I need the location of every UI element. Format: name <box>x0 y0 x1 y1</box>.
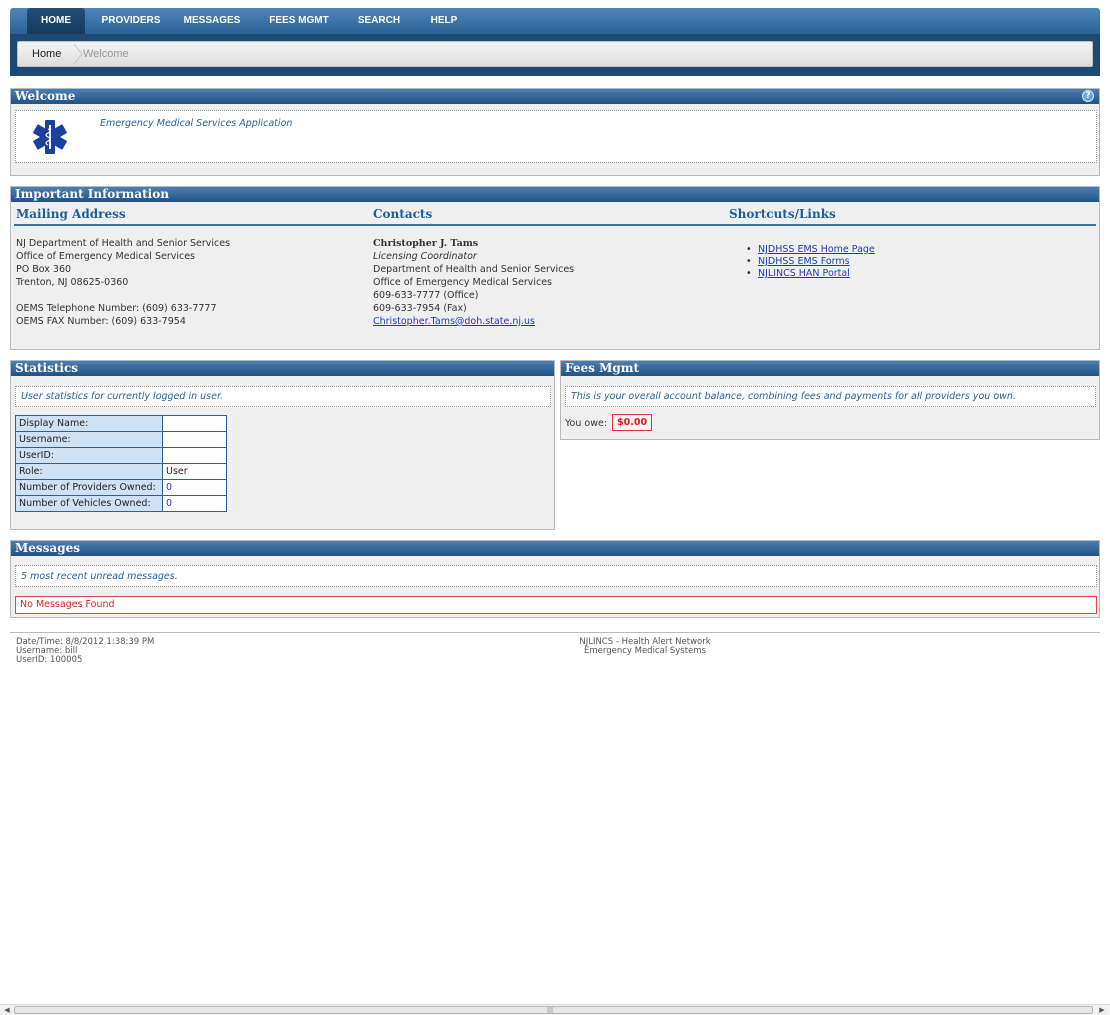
stat-value <box>162 415 227 432</box>
tab-messages[interactable]: MESSAGES <box>178 8 246 34</box>
contact-line: Department of Health and Senior Services <box>373 264 575 275</box>
address-line: PO Box 360 <box>16 264 72 275</box>
scroll-left-icon[interactable]: ◀ <box>2 1006 12 1015</box>
table-row: Number of Vehicles Owned: 0 <box>15 495 227 512</box>
footer-userid: UserID: 100005 <box>16 655 83 665</box>
grip-icon: ||| <box>547 1007 554 1014</box>
stat-label: Role: <box>15 463 163 480</box>
contact-role: Licensing Coordinator <box>373 251 477 262</box>
tab-home[interactable]: HOME <box>27 8 85 34</box>
oems-fax: OEMS FAX Number: (609) 633-7954 <box>16 316 186 327</box>
table-row: UserID: <box>15 447 227 464</box>
vehicles-owned-link[interactable]: 0 <box>162 495 227 512</box>
address-line: Office of Emergency Medical Services <box>16 251 196 262</box>
list-item: • NJDHSS EMS Forms <box>746 256 850 267</box>
tab-providers[interactable]: PROVIDERS <box>96 8 166 34</box>
shortcuts-heading: Shortcuts/Links <box>729 207 836 221</box>
scroll-right-icon[interactable]: ▶ <box>1097 1006 1107 1015</box>
you-owe-label: You owe: <box>565 418 608 429</box>
table-row: Number of Providers Owned: 0 <box>15 479 227 496</box>
divider <box>10 632 1100 633</box>
statistics-table: Display Name: Username: UserID: Role: Use… <box>15 415 227 512</box>
help-icon[interactable]: ? <box>1082 90 1094 102</box>
breadcrumb-home-link[interactable]: Home <box>32 42 61 66</box>
welcome-panel: Welcome ? Emergency Medical Services App… <box>10 88 1100 176</box>
messages-header: Messages <box>11 541 1099 556</box>
mailing-address: NJ Department of Health and Senior Servi… <box>16 237 230 328</box>
table-row: Role: User <box>15 463 227 480</box>
scrollbar-thumb[interactable]: ||| <box>14 1006 1093 1014</box>
fees-mgmt-header: Fees Mgmt <box>561 361 1099 376</box>
welcome-panel-header: Welcome ? <box>11 89 1099 104</box>
divider <box>14 224 1096 226</box>
providers-owned-link[interactable]: 0 <box>162 479 227 496</box>
panel-title: Messages <box>15 541 80 555</box>
stat-value: User <box>162 463 227 480</box>
mailing-address-heading: Mailing Address <box>16 207 126 221</box>
njdhss-ems-forms-link[interactable]: NJDHSS EMS Forms <box>758 256 850 267</box>
footer-session-info: Date/Time: 8/8/2012 1:38:39 PM Username:… <box>16 638 154 665</box>
app-name: Emergency Medical Services Application <box>100 118 293 129</box>
contact-info: Christopher J. Tams Licensing Coordinato… <box>373 237 574 328</box>
stat-label: Number of Vehicles Owned: <box>15 495 163 512</box>
contact-line: Office of Emergency Medical Services <box>373 277 553 288</box>
footer-site-info: NJLINCS - Health Alert Network Emergency… <box>520 638 770 656</box>
oems-telephone: OEMS Telephone Number: (609) 633-7777 <box>16 303 217 314</box>
list-item: • NJLINCS HAN Portal <box>746 268 850 279</box>
contact-line: 609-633-7954 (Fax) <box>373 303 467 314</box>
contact-email-link[interactable]: Christopher.Tams@doh.state.nj.us <box>373 315 574 328</box>
fees-mgmt-panel: Fees Mgmt This is your overall account b… <box>560 360 1100 440</box>
njdhss-ems-home-page-link[interactable]: NJDHSS EMS Home Page <box>758 244 875 255</box>
important-information-panel: Important Information Mailing Address Co… <box>10 186 1100 350</box>
balance-value: $0.00 <box>612 414 653 431</box>
stat-value <box>162 431 227 448</box>
list-item: • NJDHSS EMS Home Page <box>746 244 875 255</box>
table-row: Username: <box>15 431 227 448</box>
breadcrumb: Home Welcome <box>17 41 1093 67</box>
panel-title: Statistics <box>15 361 79 375</box>
panel-title: Welcome <box>15 89 76 103</box>
stat-label: Number of Providers Owned: <box>15 479 163 496</box>
messages-note: 5 most recent unread messages. <box>21 571 178 582</box>
fees-note: This is your overall account balance, co… <box>571 391 1016 402</box>
breadcrumb-bar: Home Welcome <box>10 34 1100 76</box>
welcome-box: Emergency Medical Services Application <box>15 110 1097 163</box>
important-information-header: Important Information <box>11 187 1099 202</box>
panel-title: Important Information <box>15 187 169 201</box>
tab-fees-mgmt[interactable]: FEES MGMT <box>262 8 336 34</box>
statistics-header: Statistics <box>11 361 554 376</box>
contact-line: 609-633-7777 (Office) <box>373 290 479 301</box>
stat-label: UserID: <box>15 447 163 464</box>
star-of-life-icon <box>33 120 67 154</box>
shortcuts-list: • NJDHSS EMS Home Page • NJDHSS EMS Forms … <box>744 244 875 280</box>
fees-note-box: This is your overall account balance, co… <box>565 386 1096 407</box>
tab-help[interactable]: HELP <box>424 8 464 34</box>
address-line: Trenton, NJ 08625-0360 <box>16 277 129 288</box>
contact-name: Christopher J. Tams <box>373 238 479 249</box>
njlincs-han-portal-link[interactable]: NJLINCS HAN Portal <box>758 268 850 279</box>
stat-value <box>162 447 227 464</box>
table-row: Display Name: <box>15 415 227 432</box>
address-line: NJ Department of Health and Senior Servi… <box>16 238 231 249</box>
statistics-note-box: User statistics for currently logged in … <box>15 386 551 407</box>
statistics-note: User statistics for currently logged in … <box>21 391 224 402</box>
stat-label: Username: <box>15 431 163 448</box>
horizontal-scrollbar[interactable]: ◀ ||| ▶ <box>0 1004 1110 1015</box>
messages-note-box: 5 most recent unread messages. <box>15 565 1097 587</box>
statistics-panel: Statistics User statistics for currently… <box>10 360 555 530</box>
no-messages-alert: No Messages Found <box>15 596 1097 614</box>
footer-system-name: Emergency Medical Systems <box>583 646 707 656</box>
top-navigation: HOME PROVIDERS MESSAGES FEES MGMT SEARCH… <box>10 8 1100 34</box>
messages-panel: Messages 5 most recent unread messages. … <box>10 540 1100 618</box>
breadcrumb-current: Welcome <box>83 48 129 60</box>
contacts-heading: Contacts <box>373 207 433 221</box>
tab-search[interactable]: SEARCH <box>353 8 405 34</box>
panel-title: Fees Mgmt <box>565 361 639 375</box>
stat-label: Display Name: <box>15 415 163 432</box>
